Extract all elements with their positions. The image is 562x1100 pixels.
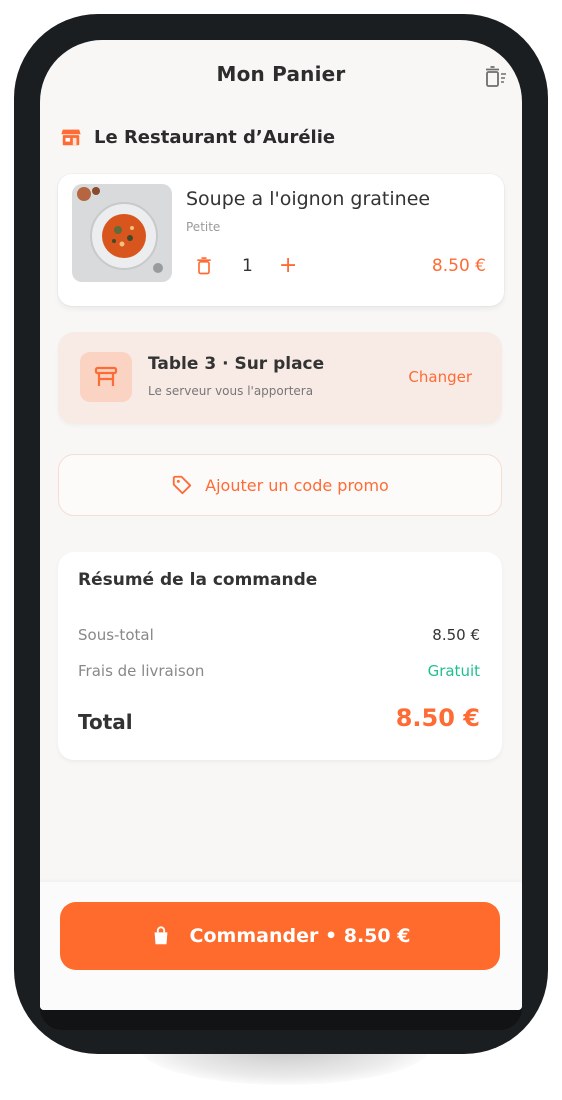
food-image <box>72 184 172 282</box>
item-price: 8.50 € <box>431 256 486 276</box>
subtotal-label: Sous-total <box>78 626 154 644</box>
cart-item: Soupe a l'oignon gratinee Petite 1 + 8.5… <box>58 174 504 306</box>
increase-quantity-button[interactable]: + <box>279 255 297 277</box>
cart-screen: Mon Panier Le Restaurant d’Aurélie Soupe… <box>40 40 522 1010</box>
table-title: Table 3 · Sur place <box>148 354 325 374</box>
promo-label: Ajouter un code promo <box>205 475 389 495</box>
total-label: Total <box>78 710 133 734</box>
remove-item-trash-icon[interactable] <box>194 256 214 276</box>
summary-title: Résumé de la commande <box>78 570 318 590</box>
quantity-value: 1 <box>242 256 253 276</box>
tag-icon <box>172 475 192 495</box>
item-name: Soupe a l'oignon gratinee <box>186 188 431 210</box>
delivery-fee-label: Frais de livraison <box>78 662 205 680</box>
change-table-button[interactable]: Changer <box>408 368 472 386</box>
total-value: 8.50 € <box>395 704 480 732</box>
delivery-fee-value: Gratuit <box>427 662 480 680</box>
page-title: Mon Panier <box>216 62 346 86</box>
order-button[interactable]: Commander • 8.50 € <box>60 902 500 970</box>
order-summary: Résumé de la commande Sous-total 8.50 € … <box>58 552 502 760</box>
checkout-footer: Commander • 8.50 € <box>40 882 522 1010</box>
table-icon-box <box>80 352 132 402</box>
subtotal-value: 8.50 € <box>432 626 480 644</box>
order-button-label: Commander • 8.50 € <box>189 925 411 947</box>
trash-icon[interactable] <box>484 65 508 89</box>
add-promo-code-button[interactable]: Ajouter un code promo <box>58 454 502 516</box>
restaurant-header: Le Restaurant d’Aurélie <box>60 122 335 152</box>
table-subtitle: Le serveur vous l'apportera <box>148 384 314 398</box>
restaurant-name: Le Restaurant d’Aurélie <box>94 126 336 148</box>
item-variant: Petite <box>186 220 221 234</box>
table-icon <box>94 366 118 386</box>
table-selection-card: Table 3 · Sur place Le serveur vous l'ap… <box>58 332 502 424</box>
store-icon <box>61 129 81 146</box>
quantity-stepper: 1 + <box>194 255 297 277</box>
shopping-bag-icon <box>154 926 167 945</box>
phone-bottom-bezel <box>40 1008 522 1030</box>
